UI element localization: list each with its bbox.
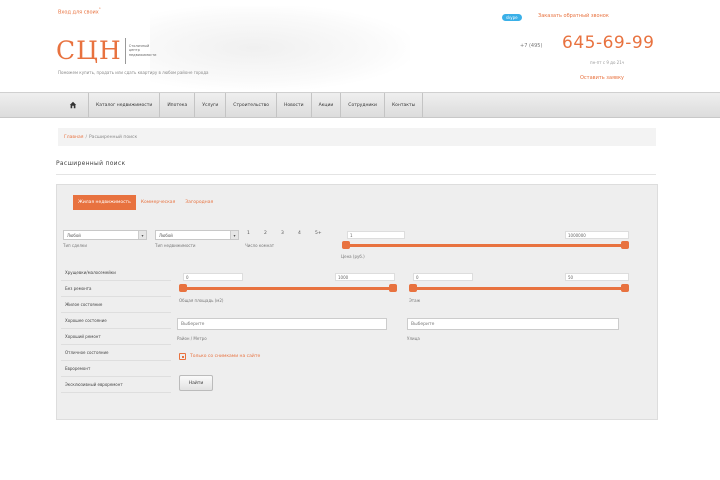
deal-type-label: Тип сделки bbox=[63, 243, 87, 248]
chevron-down-icon: ▾ bbox=[138, 231, 146, 239]
logo-subtitle: Столичный центр недвижимости bbox=[128, 43, 157, 57]
list-item[interactable]: Хороший ремонт bbox=[61, 329, 171, 345]
tab-country[interactable]: Загородная bbox=[180, 195, 218, 210]
property-tabs: Жилая недвижимость Коммерческая Загородн… bbox=[73, 195, 218, 210]
room-option-4[interactable]: 4 bbox=[298, 231, 301, 236]
chevron-down-icon: ▾ bbox=[230, 231, 238, 239]
floor-slider-track bbox=[413, 287, 629, 290]
tab-residential[interactable]: Жилая недвижимость bbox=[73, 195, 136, 210]
request-link[interactable]: Оставить заявку bbox=[580, 75, 624, 81]
breadcrumb-home[interactable]: Главная bbox=[64, 135, 83, 140]
area-max-input[interactable]: 1000 bbox=[335, 273, 395, 281]
logo[interactable]: СЦН Столичный центр недвижимости bbox=[56, 36, 156, 65]
deal-type-select[interactable]: Любой ▾ bbox=[63, 230, 147, 240]
login-link[interactable]: Вход для своих° bbox=[58, 7, 101, 16]
breadcrumb: Главная / Расширенный поиск bbox=[58, 128, 656, 146]
nav-item-news[interactable]: Новости bbox=[277, 93, 312, 117]
area-min-input[interactable]: 0 bbox=[183, 273, 243, 281]
price-slider-max-handle[interactable] bbox=[621, 241, 629, 249]
property-type-label: Тип недвижимости bbox=[155, 243, 196, 248]
floor-max-input[interactable]: 50 bbox=[565, 273, 629, 281]
rooms-label: Число комнат bbox=[245, 243, 275, 248]
floor-slider-min-handle[interactable] bbox=[409, 284, 417, 292]
floor-slider-max-handle[interactable] bbox=[621, 284, 629, 292]
logo-divider bbox=[124, 37, 126, 64]
photo-only-checkbox[interactable]: Только со снимками на сайте bbox=[179, 353, 260, 360]
logo-mark: СЦН bbox=[56, 36, 122, 65]
tagline: Поможем купить, продать или сдать кварти… bbox=[58, 70, 209, 75]
condition-list: Хрущевки/малосемейки Без ремонта Жилое с… bbox=[61, 265, 171, 393]
nav-item-promotions[interactable]: Акции bbox=[312, 93, 342, 117]
skype-icon[interactable]: skype bbox=[502, 14, 522, 21]
title-divider bbox=[56, 174, 656, 175]
list-item[interactable]: Отличное состояние bbox=[61, 345, 171, 361]
floor-min-input[interactable]: 0 bbox=[413, 273, 473, 281]
room-option-5plus[interactable]: 5+ bbox=[315, 231, 322, 236]
world-map-background bbox=[150, 6, 410, 90]
phone-prefix: +7 (495) bbox=[520, 43, 543, 49]
area-slider-min-handle[interactable] bbox=[179, 284, 187, 292]
room-option-3[interactable]: 3 bbox=[281, 231, 284, 236]
room-option-2[interactable]: 2 bbox=[264, 231, 267, 236]
nav-item-mortgage[interactable]: Ипотека bbox=[160, 93, 196, 117]
list-item[interactable]: Жилое состояние bbox=[61, 297, 171, 313]
street-label: Улица bbox=[407, 336, 420, 341]
nav-item-services[interactable]: Услуги bbox=[195, 93, 227, 117]
breadcrumb-separator: / bbox=[85, 134, 87, 140]
photo-only-label: Только со снимками на сайте bbox=[190, 354, 261, 359]
list-item[interactable]: Без ремонта bbox=[61, 281, 171, 297]
page-title: Расширенный поиск bbox=[56, 160, 126, 167]
price-min-input[interactable]: 1 bbox=[347, 231, 405, 239]
district-input[interactable]: Выберите bbox=[177, 318, 387, 330]
street-input[interactable]: Выберите bbox=[407, 318, 619, 330]
price-max-input[interactable]: 1000000 bbox=[565, 231, 629, 239]
list-item[interactable]: Эксклюзивный евроремонт bbox=[61, 377, 171, 393]
floor-label: Этаж bbox=[409, 298, 421, 303]
nav-item-contacts[interactable]: Контакты bbox=[385, 93, 424, 117]
list-item[interactable]: Хорошее состояние bbox=[61, 313, 171, 329]
nav-item-staff[interactable]: Сотрудники bbox=[341, 93, 385, 117]
area-slider-track bbox=[183, 287, 395, 290]
district-label: Район / Метро bbox=[177, 336, 207, 341]
list-item[interactable]: Хрущевки/малосемейки bbox=[61, 265, 171, 281]
working-hours: пн-пт с 9 до 21ч bbox=[590, 60, 625, 65]
phone-number: 645-69-99 bbox=[562, 33, 655, 53]
find-button[interactable]: Найти bbox=[179, 375, 213, 391]
search-panel: Жилая недвижимость Коммерческая Загородн… bbox=[56, 184, 658, 420]
property-type-select[interactable]: Любой ▾ bbox=[155, 230, 239, 240]
list-item[interactable]: Евроремонт bbox=[61, 361, 171, 377]
home-icon bbox=[69, 101, 77, 109]
checkbox-icon bbox=[179, 353, 186, 360]
price-slider-min-handle[interactable] bbox=[342, 241, 350, 249]
price-slider-track bbox=[345, 244, 629, 247]
area-slider-max-handle[interactable] bbox=[389, 284, 397, 292]
nav-item-construction[interactable]: Строительство bbox=[226, 93, 278, 117]
nav-item-catalog[interactable]: Каталог недвижимости bbox=[89, 93, 161, 117]
tab-commercial[interactable]: Коммерческая bbox=[136, 195, 180, 210]
area-label: Общая площадь (м2) bbox=[179, 298, 224, 303]
room-option-1[interactable]: 1 bbox=[247, 231, 250, 236]
nav-home-button[interactable] bbox=[58, 93, 89, 117]
breadcrumb-current: Расширенный поиск bbox=[88, 134, 138, 140]
callback-link[interactable]: Заказать обратный звонок bbox=[538, 13, 609, 19]
price-label: Цена (руб.) bbox=[341, 254, 365, 259]
main-nav: Каталог недвижимости Ипотека Услуги Стро… bbox=[0, 92, 720, 118]
